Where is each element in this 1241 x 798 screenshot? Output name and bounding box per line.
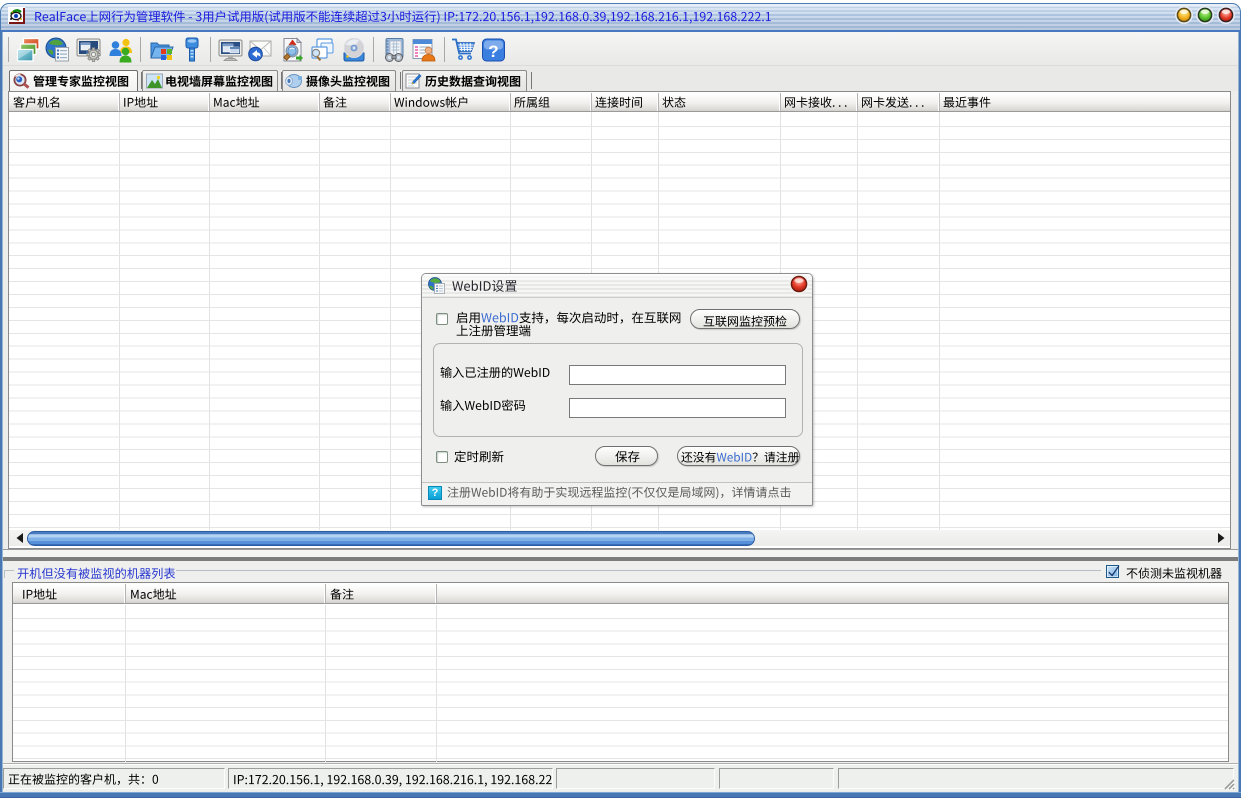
svg-text:?: ?: [488, 42, 498, 61]
